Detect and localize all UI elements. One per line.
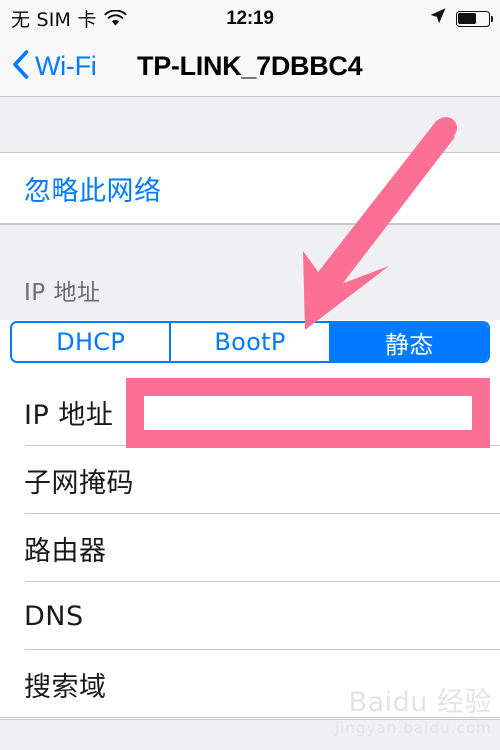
section-spacer-top <box>0 97 500 153</box>
field-row-search-domains[interactable]: 搜索域 <box>0 650 500 718</box>
field-label-router: 路由器 <box>24 535 107 567</box>
back-button-label: Wi-Fi <box>35 51 97 81</box>
navigation-bar: Wi-Fi TP-LINK_7DBBC4 <box>0 37 500 97</box>
forget-network-row[interactable]: 忽略此网络 <box>0 153 500 224</box>
segment-dhcp[interactable]: DHCP <box>12 323 172 361</box>
field-label-dns: DNS <box>24 600 84 632</box>
back-button[interactable]: Wi-Fi <box>12 37 97 96</box>
segment-bootp[interactable]: BootP <box>171 323 331 361</box>
section-spacer-bottom <box>0 719 500 750</box>
field-row-dns[interactable]: DNS <box>0 582 500 650</box>
status-bar-time: 12:19 <box>226 8 274 29</box>
dns-input[interactable] <box>103 600 486 632</box>
ip-section-header: IP 地址 <box>0 224 500 320</box>
chevron-left-icon <box>12 49 29 84</box>
status-bar: 无 SIM 卡 12:19 <box>0 0 500 37</box>
ip-address-input[interactable] <box>133 396 486 428</box>
field-label-ip-address: IP 地址 <box>24 399 114 431</box>
ip-section-header-label: IP 地址 <box>24 280 101 306</box>
battery-icon <box>456 10 494 27</box>
field-label-subnet-mask: 子网掩码 <box>24 467 134 499</box>
forget-network-label: 忽略此网络 <box>24 175 162 207</box>
router-input[interactable] <box>126 532 486 564</box>
ip-config-segmented-control[interactable]: DHCP BootP 静态 <box>10 321 490 363</box>
ip-fields-list: IP 地址 子网掩码 路由器 DNS 搜索域 <box>0 378 500 718</box>
field-row-router[interactable]: 路由器 <box>0 514 500 582</box>
field-row-ip-address[interactable]: IP 地址 <box>0 378 500 446</box>
field-label-search-domains: 搜索域 <box>24 671 107 703</box>
page-title: TP-LINK_7DBBC4 <box>137 51 363 81</box>
search-domains-input[interactable] <box>126 668 486 700</box>
subnet-mask-input[interactable] <box>154 464 486 496</box>
location-arrow-icon <box>429 7 447 30</box>
ios-wifi-settings-screen: 无 SIM 卡 12:19 Wi-Fi TP-LINK_7DBBC4 忽略此网络… <box>0 0 500 750</box>
field-row-subnet-mask[interactable]: 子网掩码 <box>0 446 500 514</box>
segment-static[interactable]: 静态 <box>330 323 488 361</box>
status-bar-right <box>429 0 494 37</box>
